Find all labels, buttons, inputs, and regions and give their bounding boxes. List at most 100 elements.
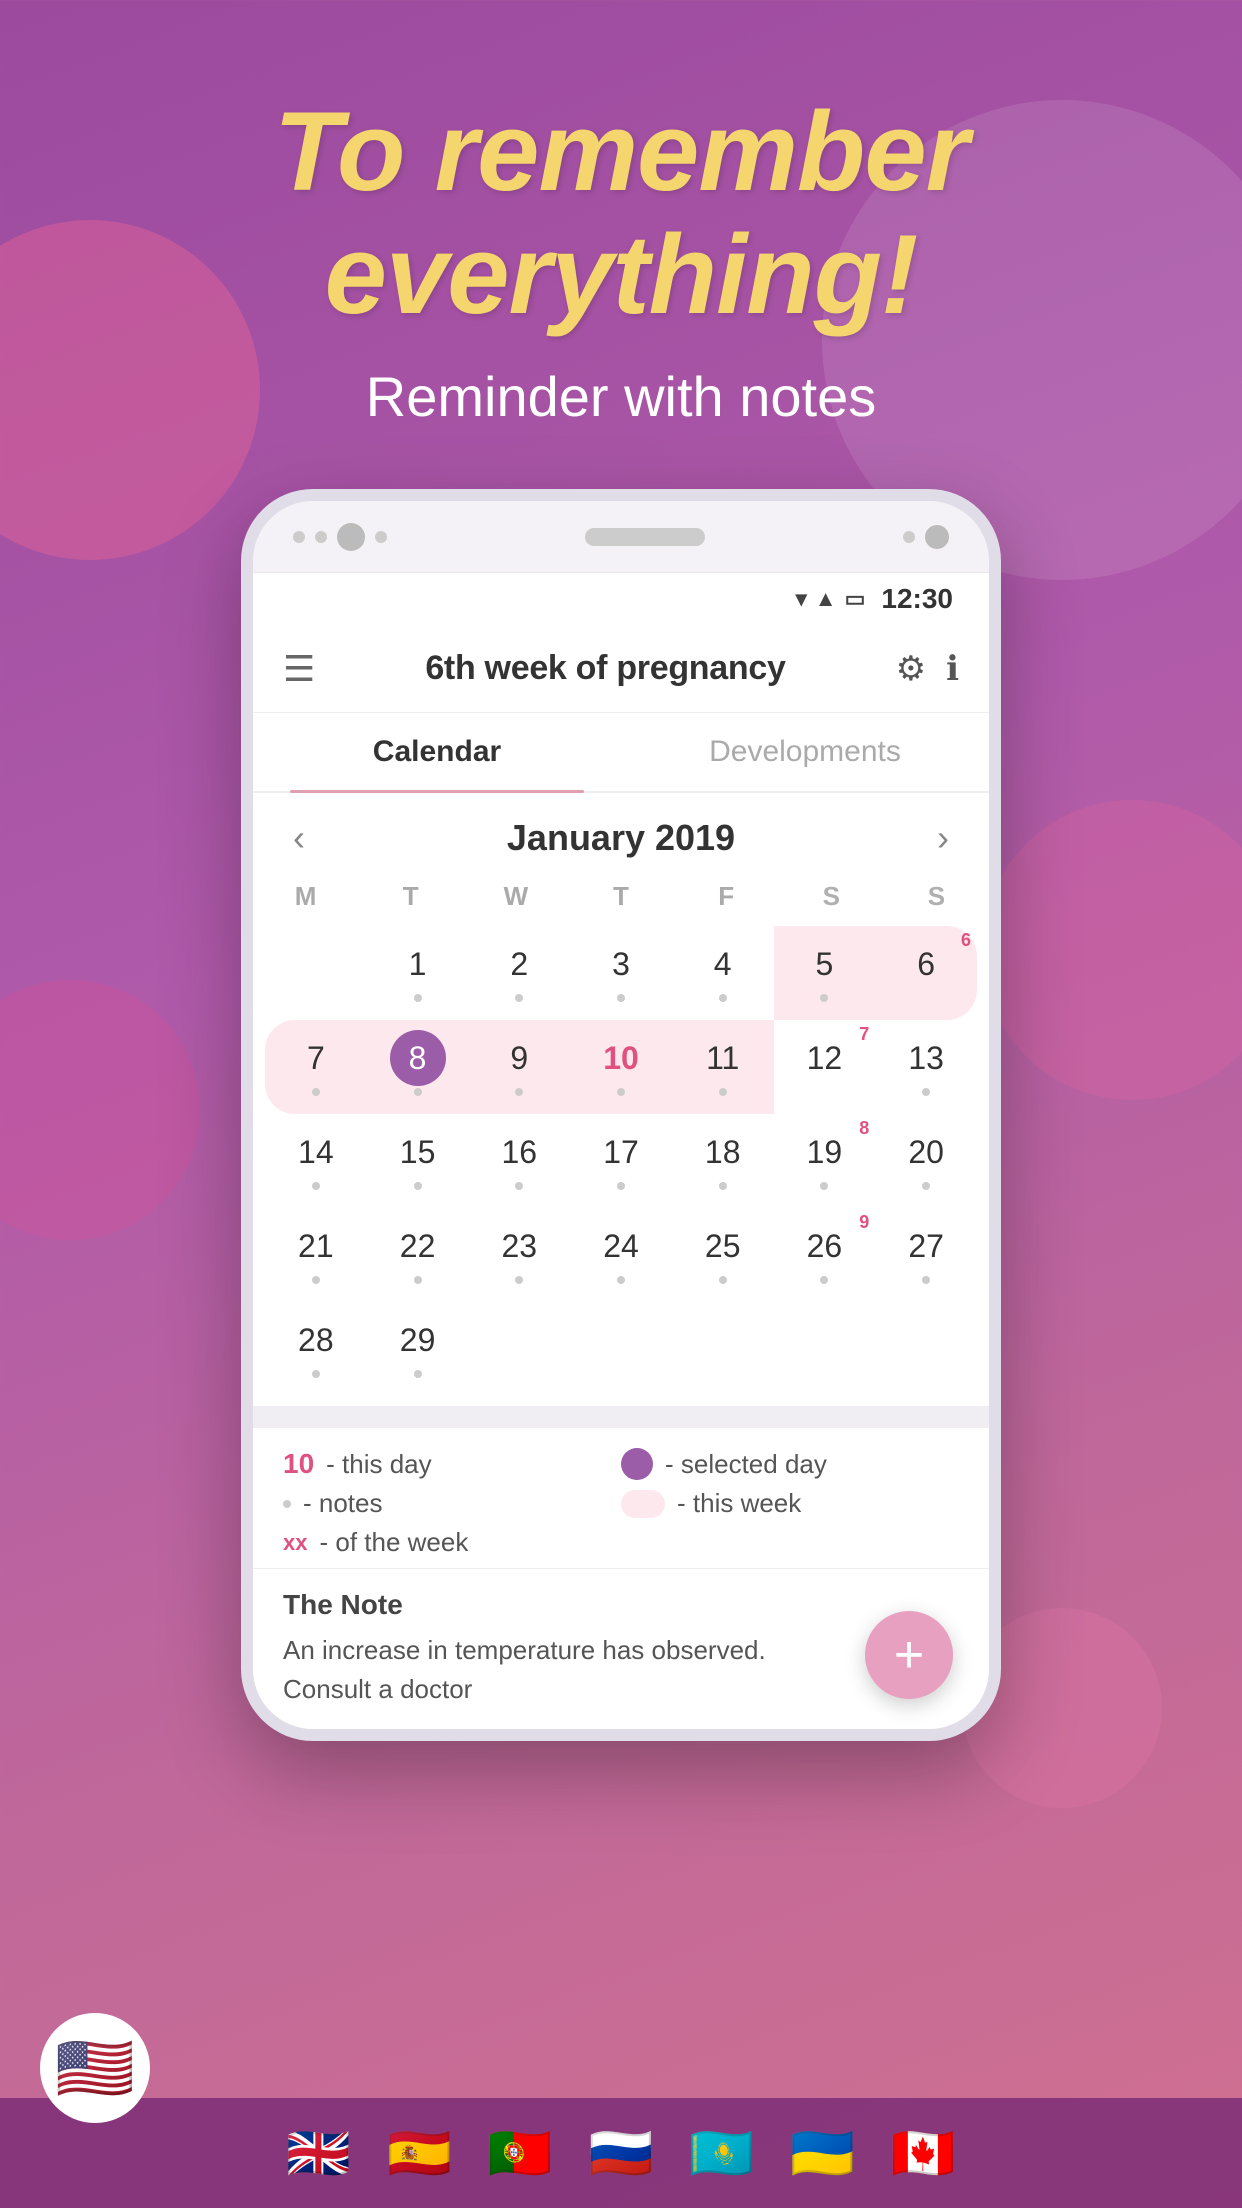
hero-title: To remember everything! [0, 90, 1242, 336]
status-icons: ▾ ▲ ▭ [796, 586, 866, 612]
cal-dot [922, 1276, 930, 1284]
legend-selected: - selected day [621, 1448, 959, 1480]
dow-W: W [463, 873, 568, 926]
cal-day-23[interactable]: 23 [468, 1208, 570, 1302]
cal-dot [617, 1276, 625, 1284]
cal-dot [922, 1088, 930, 1096]
cal-empty [570, 1302, 672, 1396]
note-title: The Note [283, 1589, 959, 1621]
cal-day-13[interactable]: 13 [875, 1020, 977, 1114]
cal-dot [820, 994, 828, 1002]
legend-week-label: - of the week [319, 1527, 468, 1558]
legend-week-num: xx - of the week [283, 1527, 621, 1558]
cal-week-row-1: 789101171213 [265, 1020, 977, 1114]
cal-day-10[interactable]: 10 [570, 1020, 672, 1114]
cal-dot [414, 1276, 422, 1284]
cal-day-18[interactable]: 18 [672, 1114, 774, 1208]
flag-icon[interactable]: 🇺🇦 [790, 2123, 855, 2184]
cal-dot [719, 994, 727, 1002]
legend-selected-label: - selected day [665, 1449, 827, 1480]
cal-empty [468, 1302, 570, 1396]
prev-month-btn[interactable]: ‹ [283, 817, 315, 859]
cal-weeks: 1234566789101171213141516171881920212223… [253, 926, 989, 1396]
legend-notes-label: - notes [303, 1488, 383, 1519]
flag-icon[interactable]: 🇷🇺 [589, 2123, 654, 2184]
legend-xx: xx [283, 1530, 307, 1556]
cal-day-11[interactable]: 11 [672, 1020, 774, 1114]
cal-day-16[interactable]: 16 [468, 1114, 570, 1208]
cal-empty [774, 1302, 876, 1396]
app-title: 6th week of pregnancy [335, 649, 875, 688]
cal-dot [414, 994, 422, 1002]
cal-day-20[interactable]: 20 [875, 1114, 977, 1208]
cal-dot [719, 1088, 727, 1096]
cal-day-21[interactable]: 21 [265, 1208, 367, 1302]
cal-day-3[interactable]: 3 [570, 926, 672, 1020]
flag-icon[interactable]: 🇬🇧 [286, 2123, 351, 2184]
tab-developments[interactable]: Developments [621, 713, 989, 791]
notch-dot-1 [293, 531, 305, 543]
cal-day-24[interactable]: 24 [570, 1208, 672, 1302]
flag-icon[interactable]: 🇵🇹 [488, 2123, 553, 2184]
dow-T: T [358, 873, 463, 926]
cal-day-4[interactable]: 4 [672, 926, 774, 1020]
us-flag-corner: 🇺🇸 [40, 2013, 150, 2123]
dow-S: S [884, 873, 989, 926]
next-month-btn[interactable]: › [927, 817, 959, 859]
flag-icon[interactable]: 🇨🇦 [891, 2123, 956, 2184]
cal-day-22[interactable]: 22 [367, 1208, 469, 1302]
cal-dot [312, 1370, 320, 1378]
flag-icon[interactable]: 🇪🇸 [387, 2123, 452, 2184]
cal-day-27[interactable]: 27 [875, 1208, 977, 1302]
flag-icon[interactable]: 🇰🇿 [689, 2123, 754, 2184]
legend: 10 - this day - selected day - notes - t… [253, 1428, 989, 1568]
battery-icon: ▭ [845, 586, 866, 612]
cal-day-19[interactable]: 819 [774, 1114, 876, 1208]
status-time: 12:30 [881, 583, 953, 615]
dow-M: M [253, 873, 358, 926]
dow-T: T [568, 873, 673, 926]
fab-button[interactable]: + [865, 1611, 953, 1699]
cal-day-6[interactable]: 66 [875, 926, 977, 1020]
cal-dot [515, 1088, 523, 1096]
cal-day-17[interactable]: 17 [570, 1114, 672, 1208]
tab-calendar[interactable]: Calendar [253, 713, 621, 791]
cal-dot [312, 1182, 320, 1190]
legend-this-week-label: - this week [677, 1488, 801, 1519]
cal-dot [617, 1088, 625, 1096]
note-text: An increase in temperature has observed.… [283, 1631, 959, 1709]
cal-day-26[interactable]: 926 [774, 1208, 876, 1302]
legend-notes: - notes [283, 1488, 621, 1519]
notch-right [903, 525, 949, 549]
cal-week-row-3: 212223242592627 [265, 1208, 977, 1302]
notch-right-dot [903, 531, 915, 543]
cal-dot [515, 1276, 523, 1284]
cal-dot [719, 1182, 727, 1190]
cal-day-7[interactable]: 7 [265, 1020, 367, 1114]
cal-dot [515, 994, 523, 1002]
cal-day-29[interactable]: 29 [367, 1302, 469, 1396]
calendar-area: ‹ January 2019 › MTWTFSS 123456678910117… [253, 793, 989, 1406]
cal-day-5[interactable]: 5 [774, 926, 876, 1020]
cal-day-8[interactable]: 8 [367, 1020, 469, 1114]
cal-day-12[interactable]: 712 [774, 1020, 876, 1114]
cal-day-25[interactable]: 25 [672, 1208, 774, 1302]
cal-empty [875, 1302, 977, 1396]
hamburger-menu-icon[interactable]: ☰ [283, 648, 315, 690]
cal-day-2[interactable]: 2 [468, 926, 570, 1020]
cal-day-15[interactable]: 15 [367, 1114, 469, 1208]
wifi-icon: ▾ [796, 586, 807, 612]
cal-dot [820, 1182, 828, 1190]
cal-week-row-2: 141516171881920 [265, 1114, 977, 1208]
cal-day-1[interactable]: 1 [367, 926, 469, 1020]
cal-dot [414, 1182, 422, 1190]
legend-today-num: 10 [283, 1448, 314, 1480]
cal-day-14[interactable]: 14 [265, 1114, 367, 1208]
notch-left [293, 523, 387, 551]
cal-day-9[interactable]: 9 [468, 1020, 570, 1114]
cal-dot [515, 1182, 523, 1190]
settings-icon[interactable]: ⚙ [896, 649, 926, 689]
cal-day-28[interactable]: 28 [265, 1302, 367, 1396]
cal-empty [265, 926, 367, 1020]
info-icon[interactable]: ℹ [946, 649, 959, 689]
